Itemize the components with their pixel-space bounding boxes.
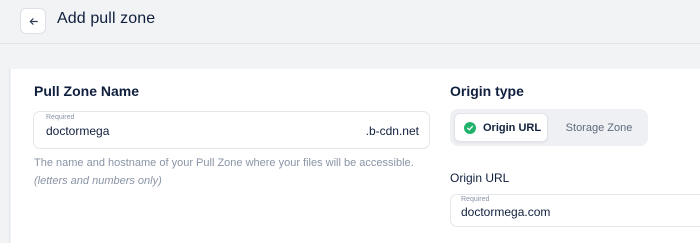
origin-url-field[interactable]: Required doctormega.com — [450, 194, 700, 227]
pull-zone-help-text: The name and hostname of your Pull Zone … — [34, 157, 414, 169]
origin-type-option-origin-url[interactable]: Origin URL — [454, 113, 548, 142]
check-circle-icon — [464, 121, 476, 134]
arrow-left-icon — [29, 17, 38, 25]
pull-zone-name-value: doctormega — [46, 124, 110, 138]
origin-url-value: doctormega.com — [461, 205, 551, 219]
back-button[interactable] — [20, 8, 46, 34]
origin-type-option-storage-zone[interactable]: Storage Zone — [554, 113, 644, 142]
required-label: Required — [461, 196, 490, 203]
origin-type-title: Origin type — [450, 83, 524, 99]
origin-type-toggle: Origin URL Storage Zone — [450, 109, 648, 146]
pull-zone-help-note: (letters and numbers only) — [34, 175, 162, 187]
pull-zone-name-field[interactable]: Required doctormega .b-cdn.net — [33, 111, 430, 149]
origin-url-label: Origin URL — [450, 171, 510, 185]
hostname-suffix: .b-cdn.net — [365, 124, 419, 138]
page-header: Add pull zone — [0, 0, 700, 44]
origin-url-option-label: Origin URL — [483, 121, 542, 134]
left-panel-edge — [0, 69, 10, 243]
page-title: Add pull zone — [57, 10, 156, 27]
pull-zone-name-title: Pull Zone Name — [34, 83, 140, 99]
required-label: Required — [46, 114, 75, 121]
